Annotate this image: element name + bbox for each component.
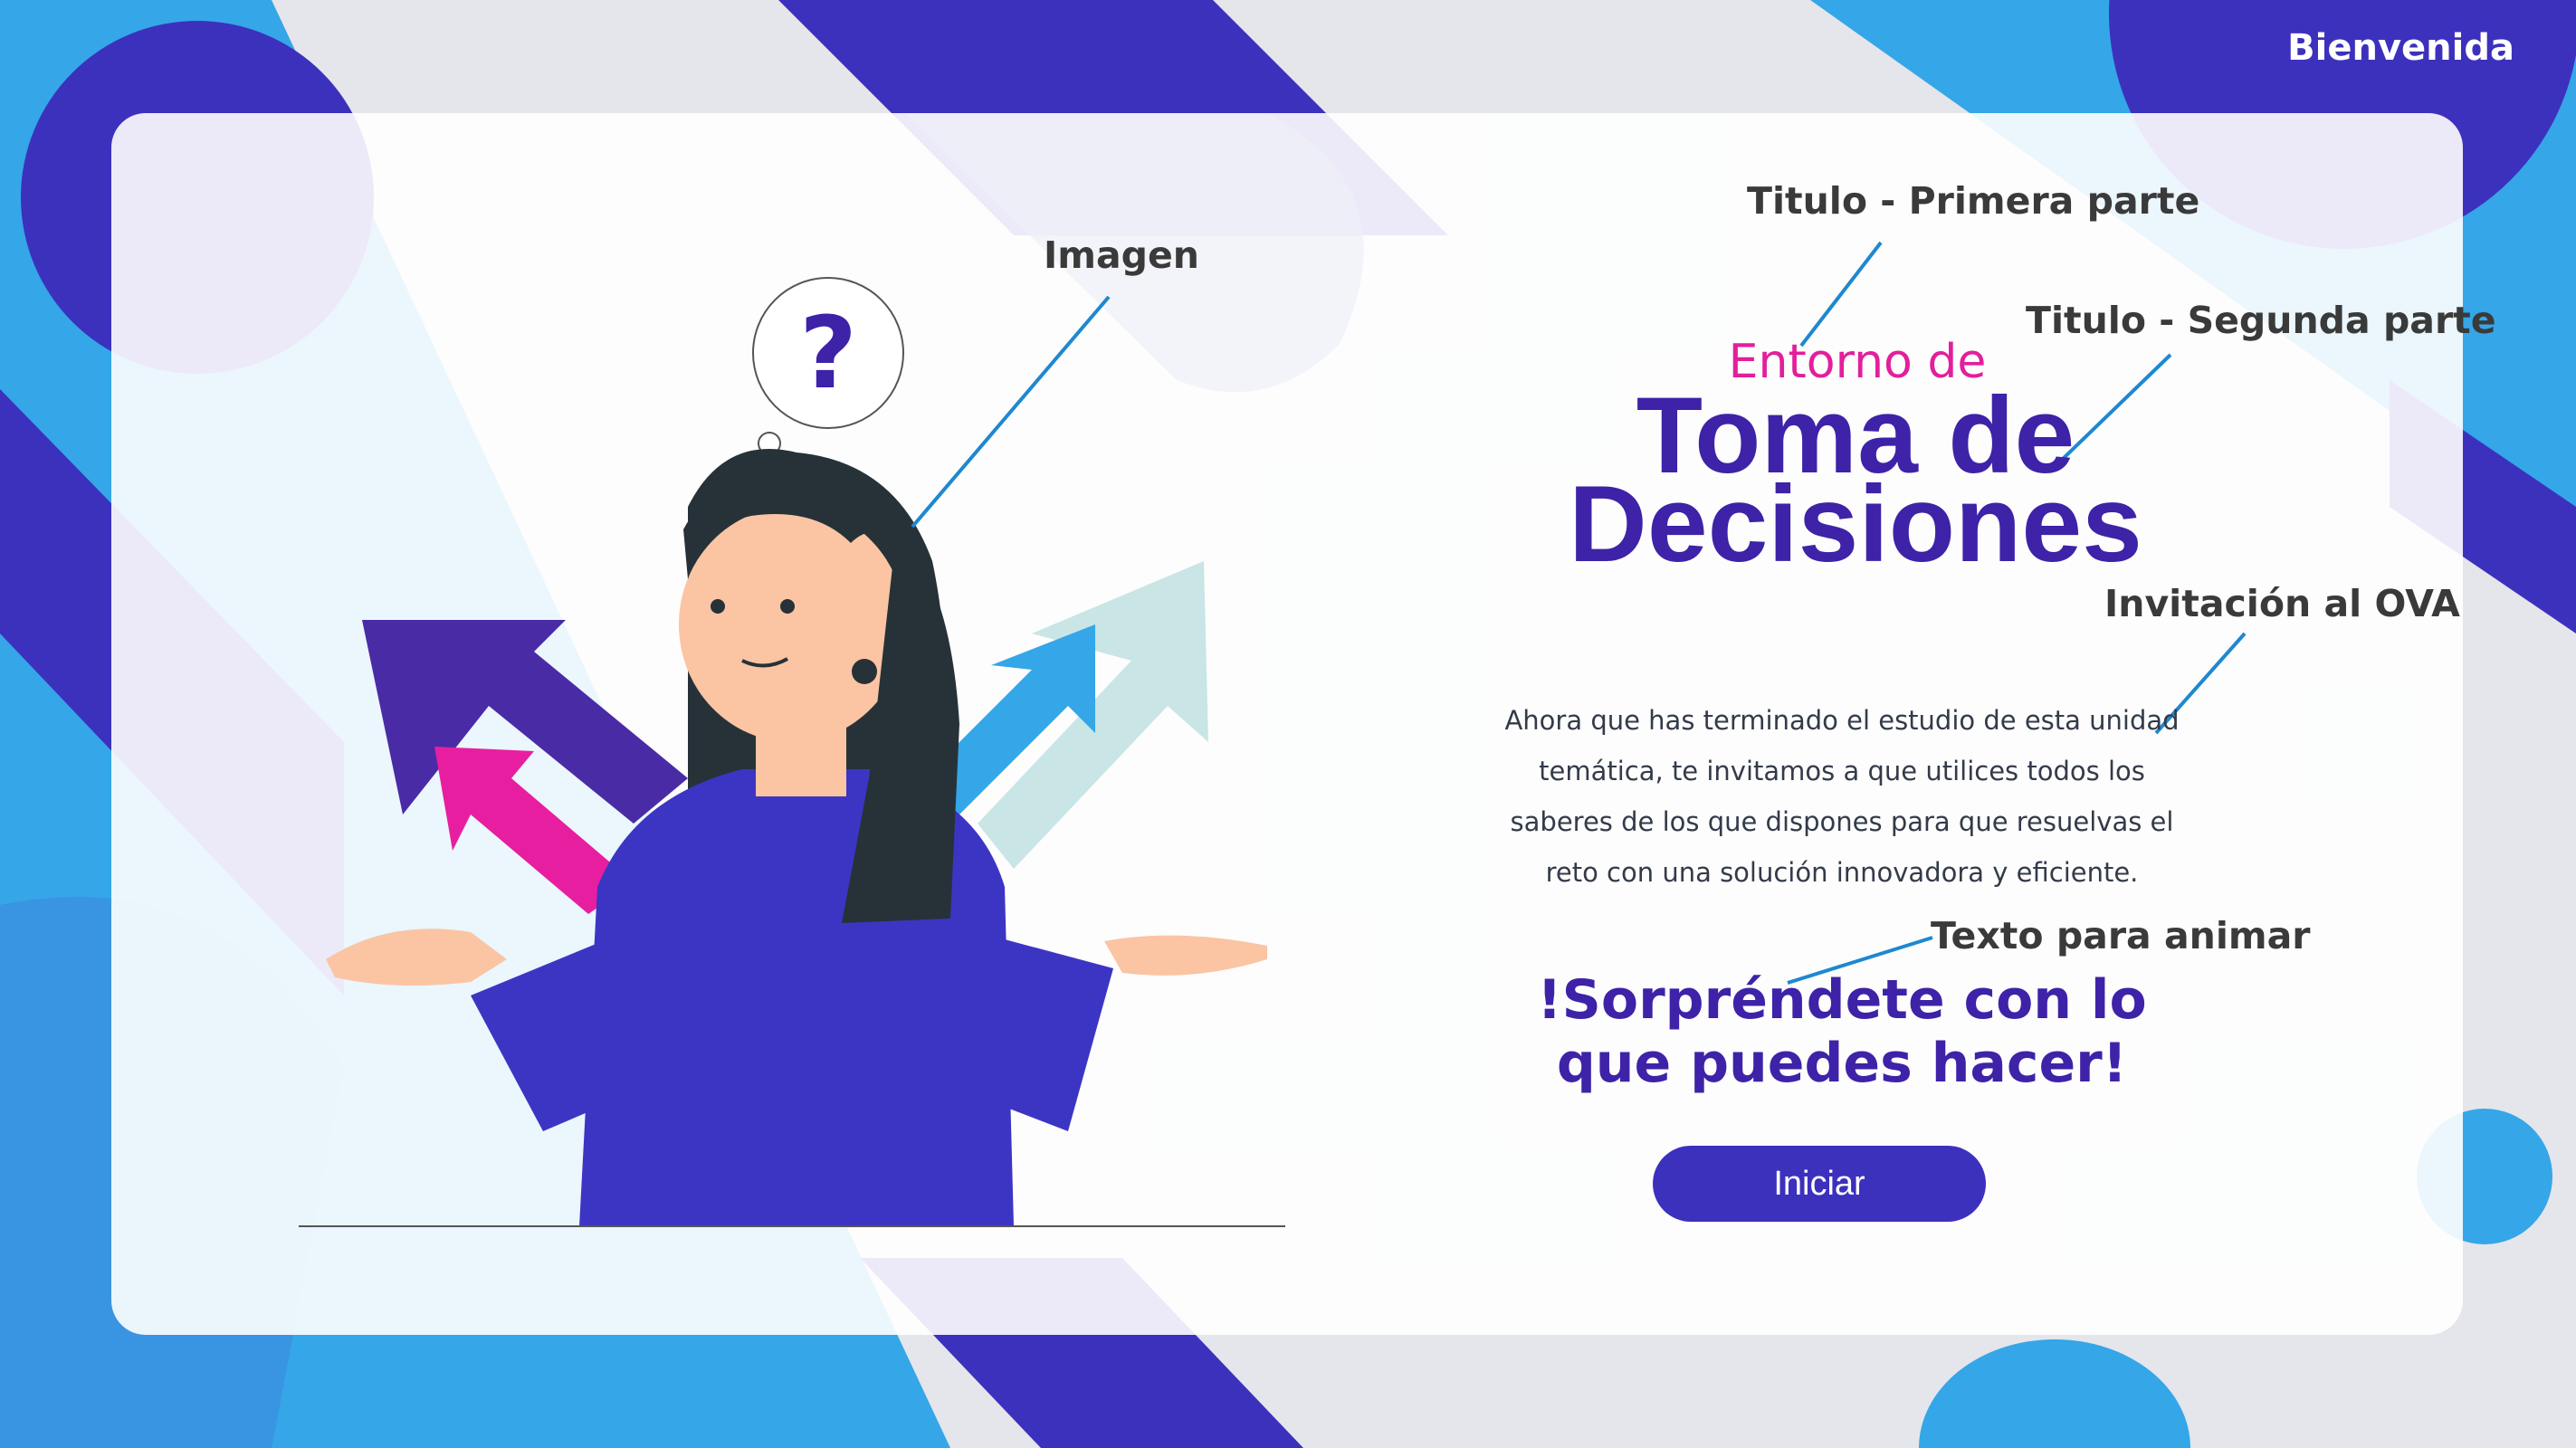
annotation-texto-animar: Texto para animar xyxy=(1931,914,2311,957)
welcome-label[interactable]: Bienvenida xyxy=(2243,27,2514,69)
encouragement-text: !Sorpréndete con lo que puedes hacer! xyxy=(1537,968,2147,1095)
annotation-titulo-primera: Titulo - Primera parte xyxy=(1747,179,2200,223)
title-part-2: Toma de Decisiones xyxy=(1569,375,2142,585)
question-mark-icon: ? xyxy=(799,295,857,411)
annotation-invitacion: Invitación al OVA xyxy=(2104,582,2460,625)
annotation-titulo-segunda: Titulo - Segunda parte xyxy=(2026,299,2496,342)
start-button[interactable]: Iniciar xyxy=(1653,1146,1986,1222)
annotation-imagen: Imagen xyxy=(1044,233,1199,277)
intro-text: Ahora que has terminado el estudio de es… xyxy=(1504,705,2180,888)
